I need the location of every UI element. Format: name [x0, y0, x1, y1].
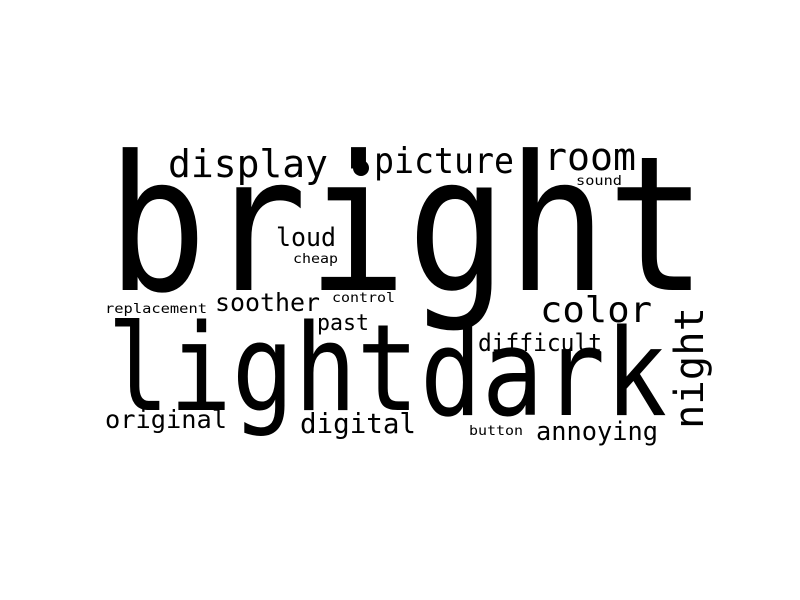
word-soother: soother: [215, 288, 320, 317]
word-control: control: [332, 291, 395, 306]
word-room: room: [544, 135, 636, 179]
word-night: night: [667, 307, 713, 429]
word-past: past: [317, 311, 369, 336]
word-original: original: [105, 405, 227, 434]
word-replacement: replacement: [105, 302, 207, 317]
word-cheap: cheap: [293, 252, 338, 267]
word-cloud: bright light dark display picture room c…: [0, 0, 800, 600]
word-difficult: difficult: [478, 329, 602, 357]
word-button: button: [469, 424, 523, 439]
word-dot: [353, 160, 369, 176]
word-annoying: annoying: [536, 417, 658, 447]
word-sound: sound: [576, 174, 622, 189]
word-loud: loud: [276, 223, 336, 253]
word-picture: picture: [374, 141, 514, 182]
word-digital: digital: [300, 407, 416, 440]
word-color: color: [540, 290, 652, 331]
word-display: display: [168, 142, 328, 186]
